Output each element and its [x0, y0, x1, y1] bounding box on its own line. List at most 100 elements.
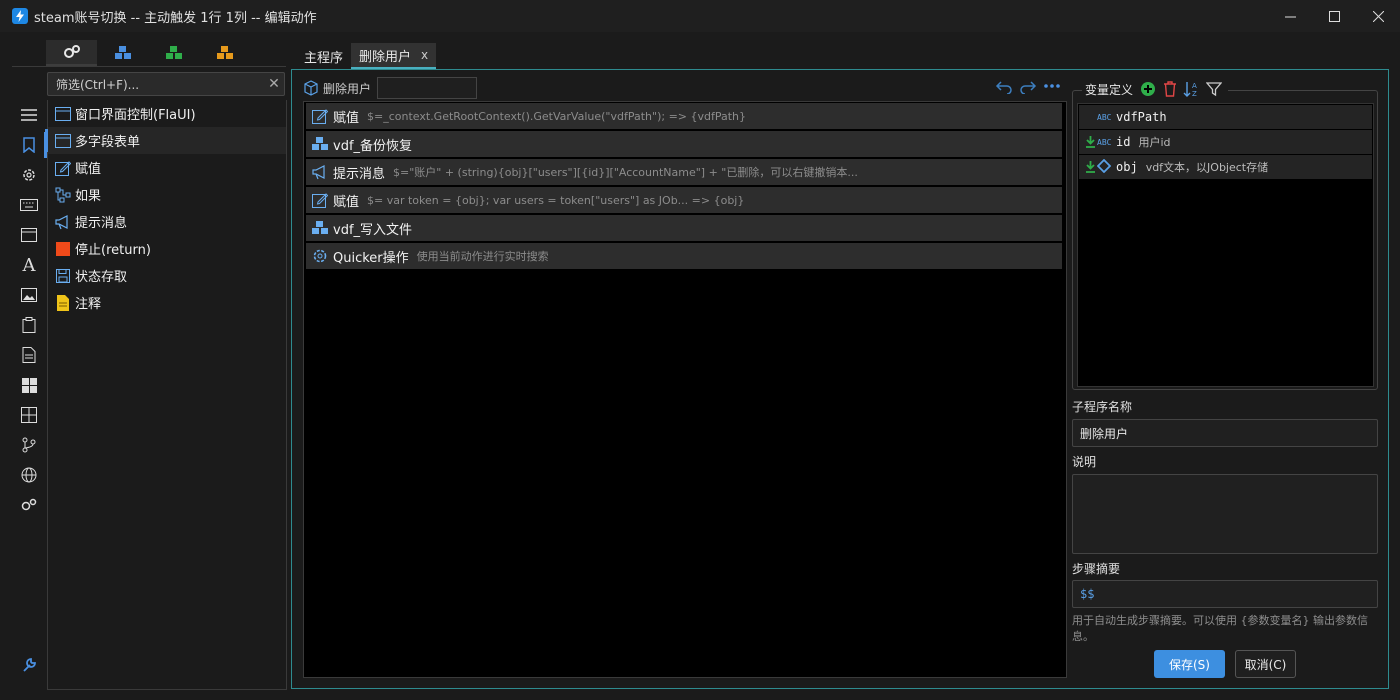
flow-step[interactable]: vdf_备份恢复 — [306, 131, 1062, 157]
maximize-button[interactable] — [1312, 0, 1356, 32]
flow-step-title: vdf_备份恢复 — [333, 138, 413, 154]
save-icon — [55, 268, 71, 284]
close-tab-icon[interactable]: x — [421, 48, 428, 62]
save-button[interactable]: 保存(S) — [1154, 650, 1225, 678]
category-tab-gears[interactable] — [46, 40, 97, 66]
image-icon[interactable] — [12, 280, 46, 310]
action-tree-label: 赋值 — [75, 162, 102, 177]
filter-placeholder: 筛选(Ctrl+F)... — [56, 77, 140, 92]
document-icon[interactable] — [12, 340, 46, 370]
action-tree-item[interactable]: 注释 — [48, 289, 286, 316]
action-tree-item[interactable]: 提示消息 — [48, 208, 286, 235]
wrench-icon[interactable] — [12, 650, 46, 680]
orange-cubes-icon — [216, 46, 233, 59]
variable-row[interactable]: obj vdf文本，以JObject存储 — [1079, 155, 1372, 179]
subprogram-quick-input[interactable] — [377, 77, 478, 99]
category-tab-orange[interactable] — [199, 40, 250, 66]
action-tree-label: 注释 — [75, 297, 102, 312]
variable-row[interactable]: ABC id 用户id — [1079, 130, 1372, 154]
flow-step-title: Quicker操作 — [333, 250, 409, 266]
action-tree-item[interactable]: 状态存取 — [48, 262, 286, 289]
megaphone-icon — [55, 214, 71, 230]
action-tree-item[interactable]: 赋值 — [48, 154, 286, 181]
svg-text:Z: Z — [1192, 90, 1197, 98]
text-type-icon: ABC — [1097, 137, 1112, 147]
advanced-gears-icon[interactable] — [12, 490, 46, 520]
windows-icon[interactable] — [12, 370, 46, 400]
clipboard-icon[interactable] — [12, 310, 46, 340]
delete-variable-icon[interactable] — [1159, 78, 1181, 100]
text-icon[interactable]: A — [12, 250, 46, 280]
menu-icon[interactable] — [12, 100, 46, 130]
keyboard-icon[interactable] — [12, 190, 46, 220]
action-tree-item[interactable]: 停止(return) — [48, 235, 286, 262]
cancel-button[interactable]: 取消(C) — [1235, 650, 1296, 678]
summary-input[interactable]: $$ — [1072, 580, 1378, 608]
action-tree-label: 多字段表单 — [75, 135, 141, 150]
flow-canvas: 赋值 $=_context.GetRootContext().GetVarValu… — [303, 101, 1067, 678]
flow-step-description: 使用当前动作进行实时搜索 — [416, 250, 549, 263]
variables-header: 变量定义 AZ — [1082, 78, 1229, 100]
left-icon-bar: A — [12, 100, 47, 690]
filter-funnel-icon[interactable] — [1203, 78, 1225, 100]
bookmark-icon[interactable] — [12, 130, 47, 160]
action-tree-label: 提示消息 — [75, 216, 128, 231]
flow-step-title: vdf_写入文件 — [333, 222, 413, 238]
flow-step[interactable]: 提示消息 $="账户" + (string){obj}["users"][{id}… — [306, 159, 1062, 185]
flow-step[interactable]: Quicker操作 使用当前动作进行实时搜索 — [306, 243, 1062, 269]
editor-tabs: 主程序 删除用户 x — [296, 43, 437, 69]
window-icon[interactable] — [12, 220, 46, 250]
minimize-button[interactable] — [1268, 0, 1312, 32]
cube-icon — [304, 80, 318, 96]
variable-row[interactable]: ABC vdfPath — [1079, 105, 1372, 129]
clear-filter-icon[interactable]: ✕ — [264, 76, 284, 92]
subprogram-label: 删除用户 — [323, 81, 372, 96]
stop-icon — [55, 241, 71, 257]
variable-list: ABC vdfPath ABC id 用户id obj vdf文本，以JObject存储 — [1077, 103, 1374, 387]
settings-gear-icon[interactable] — [12, 160, 46, 190]
gear-icon — [311, 247, 329, 265]
flow-step[interactable]: 赋值 $= var token = {obj}; var users = toke… — [306, 187, 1062, 213]
tab-main-program[interactable]: 主程序 — [296, 43, 351, 69]
action-tree-label: 状态存取 — [75, 270, 128, 285]
action-tree-item[interactable]: 多字段表单 — [45, 127, 286, 154]
globe-icon[interactable] — [12, 460, 46, 490]
grid-icon[interactable] — [12, 400, 46, 430]
tab-label: 删除用户 — [359, 49, 412, 65]
filter-input[interactable]: 筛选(Ctrl+F)... ✕ — [47, 72, 285, 96]
object-type-icon — [1096, 158, 1115, 175]
form-icon — [55, 133, 71, 149]
variable-name: obj — [1116, 160, 1138, 174]
more-icon[interactable] — [1043, 78, 1061, 94]
flow-step-description: $=_context.GetRootContext().GetVarValue(… — [367, 109, 747, 123]
subprogram-name-label: 子程序名称 — [1072, 400, 1133, 414]
undo-icon[interactable] — [995, 78, 1013, 94]
flow-step-title: 提示消息 — [333, 166, 386, 182]
close-window-button[interactable] — [1356, 0, 1400, 32]
description-textarea[interactable] — [1072, 474, 1378, 554]
flow-step[interactable]: 赋值 $=_context.GetRootContext().GetVarValu… — [306, 103, 1062, 129]
variable-name: vdfPath — [1116, 110, 1167, 124]
redo-icon[interactable] — [1019, 78, 1037, 94]
blue-cubes-icon — [114, 46, 131, 59]
sort-az-icon[interactable]: AZ — [1181, 78, 1203, 100]
flow-step[interactable]: vdf_写入文件 — [306, 215, 1062, 241]
category-tab-blue[interactable] — [97, 40, 148, 66]
action-tree: 窗口界面控制(FlaUI) 多字段表单赋值如果提示消息停止(return) 状态存取… — [45, 100, 287, 690]
action-tree-item[interactable]: 如果 — [48, 181, 286, 208]
action-tree-label: 如果 — [75, 189, 102, 204]
green-cubes-icon — [165, 46, 182, 59]
category-divider — [12, 66, 286, 67]
summary-label: 步骤摘要 — [1072, 562, 1121, 576]
branch-icon — [55, 187, 71, 203]
add-variable-icon[interactable] — [1137, 78, 1159, 100]
subprogram-name-input[interactable]: 删除用户 — [1072, 419, 1378, 447]
edit-icon — [311, 107, 329, 125]
input-param-icon — [1083, 161, 1097, 173]
input-param-icon — [1083, 136, 1097, 148]
flow-step-title: 赋值 — [333, 110, 360, 126]
tab-delete-user[interactable]: 删除用户 x — [351, 43, 437, 69]
action-tree-item[interactable]: 窗口界面控制(FlaUI) — [48, 100, 286, 127]
git-branch-icon[interactable] — [12, 430, 46, 460]
category-tab-green[interactable] — [148, 40, 199, 66]
